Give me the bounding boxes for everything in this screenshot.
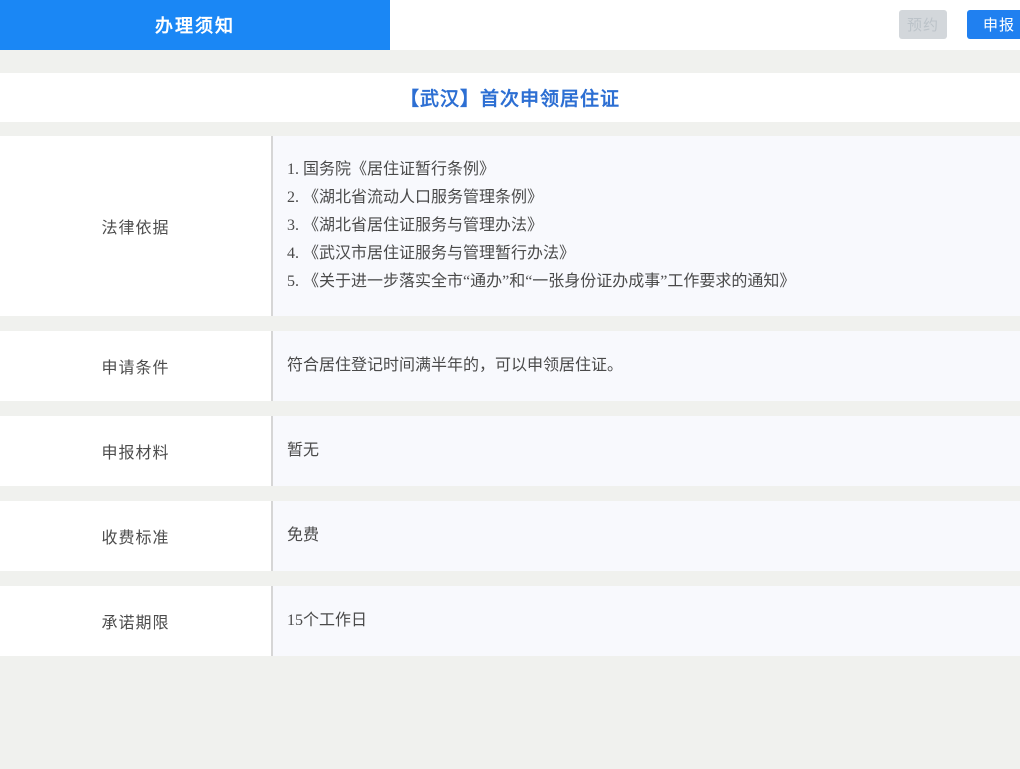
row-label: 法律依据 [0,136,273,316]
table-row-fee-standard: 收费标准 免费 [0,501,1020,571]
row-value: 符合居住登记时间满半年的，可以申领居住证。 [287,357,624,374]
row-value: 15个工作日 [287,612,368,629]
legal-item: 5. 《关于进一步落实全市“通办”和“一张身份证办成事”工作要求的通知》 [287,273,796,290]
row-label: 申报材料 [0,416,273,486]
legal-item: 2. 《湖北省流动人口服务管理条例》 [287,189,544,206]
header-bar: 办理须知 预约 申报 [0,0,1020,50]
row-value: 免费 [287,527,320,544]
table-row-application-materials: 申报材料 暂无 [0,416,1020,486]
info-table: 法律依据 1. 国务院《居住证暂行条例》 2. 《湖北省流动人口服务管理条例》 … [0,136,1020,656]
legal-item: 3. 《湖北省居住证服务与管理办法》 [287,217,544,234]
row-content: 15个工作日 [273,586,1020,656]
page-title: 【武汉】首次申领居住证 [399,89,620,110]
legal-item: 1. 国务院《居住证暂行条例》 [287,161,496,178]
row-label: 收费标准 [0,501,273,571]
row-content: 1. 国务院《居住证暂行条例》 2. 《湖北省流动人口服务管理条例》 3. 《湖… [273,136,1020,316]
apply-button[interactable]: 申报 [967,10,1020,39]
row-label: 承诺期限 [0,586,273,656]
legal-item: 4. 《武汉市居住证服务与管理暂行办法》 [287,245,576,262]
row-label: 申请条件 [0,331,273,401]
title-band: 【武汉】首次申领居住证 [0,73,1020,122]
row-content: 暂无 [273,416,1020,486]
tab-processing-instructions[interactable]: 办理须知 [0,0,390,50]
row-content: 免费 [273,501,1020,571]
tab-label: 办理须知 [155,16,235,36]
row-value: 暂无 [287,442,320,459]
table-row-application-conditions: 申请条件 符合居住登记时间满半年的，可以申领居住证。 [0,331,1020,401]
table-row-promised-time-limit: 承诺期限 15个工作日 [0,586,1020,656]
row-content: 符合居住登记时间满半年的，可以申领居住证。 [273,331,1020,401]
table-row-legal-basis: 法律依据 1. 国务院《居住证暂行条例》 2. 《湖北省流动人口服务管理条例》 … [0,136,1020,316]
reserve-button[interactable]: 预约 [899,10,947,39]
